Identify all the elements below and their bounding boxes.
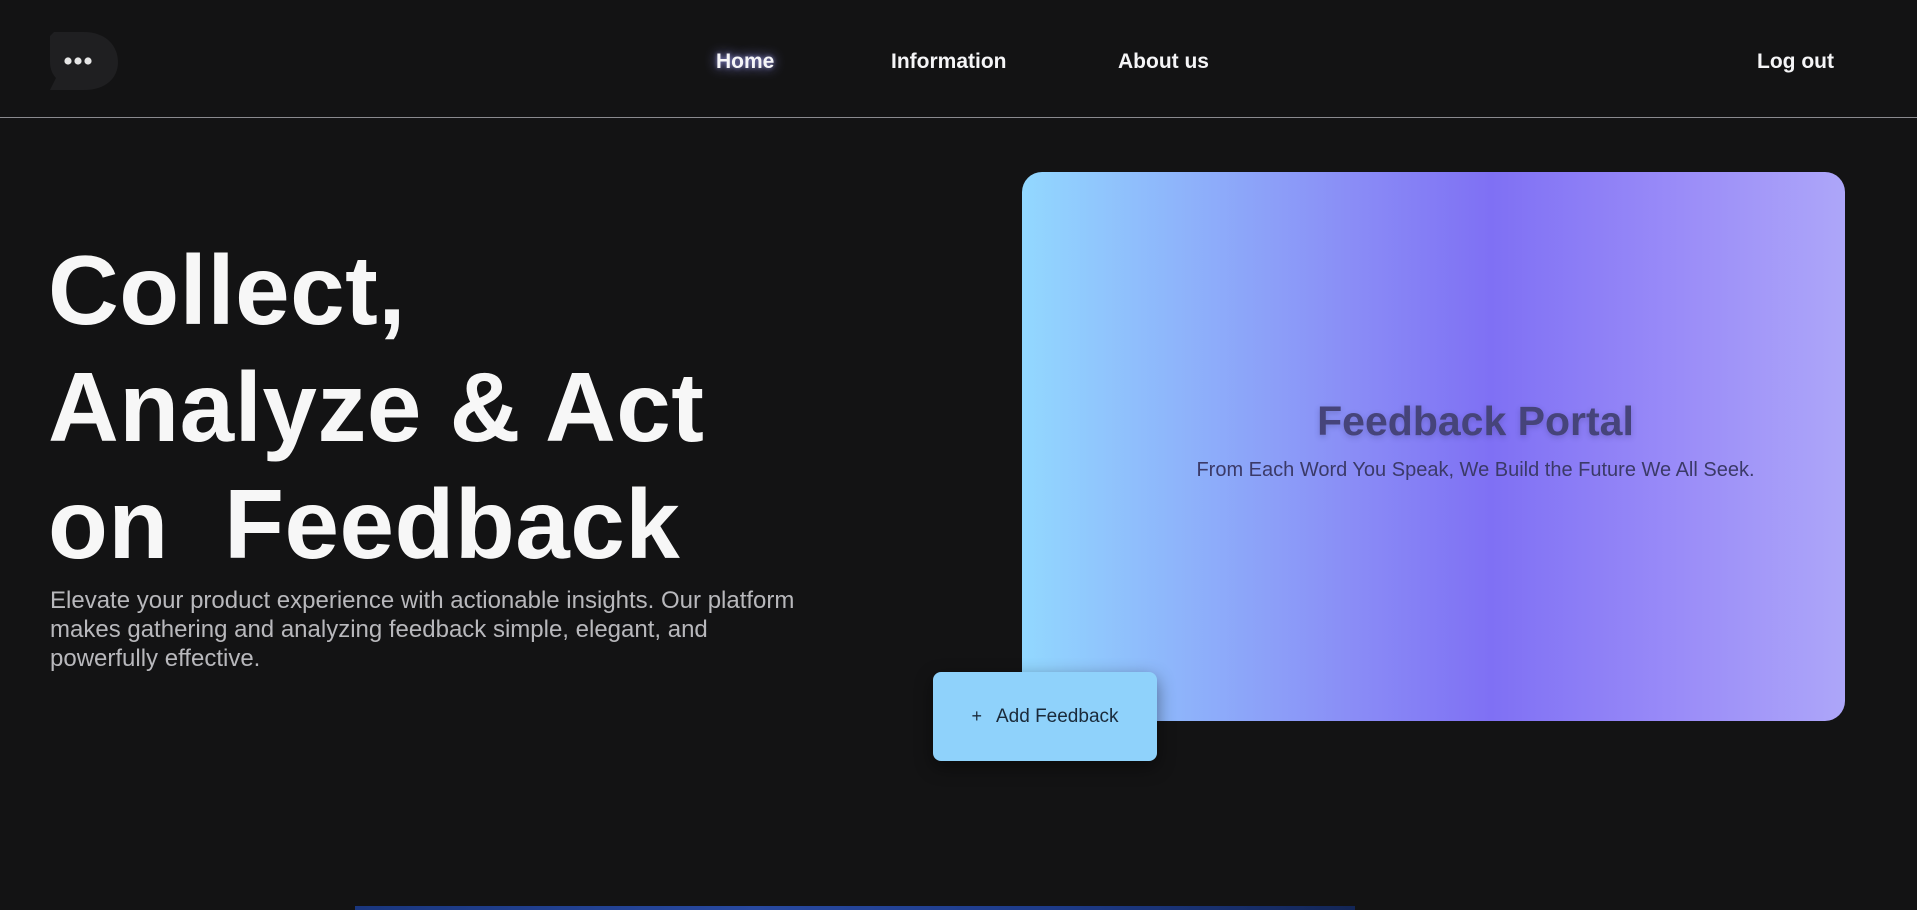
portal-title: Feedback Portal	[1317, 398, 1634, 444]
navbar: Home Information About us Log out	[0, 0, 1917, 118]
plus-icon: +	[971, 706, 982, 726]
feedback-portal-card: Feedback Portal From Each Word You Speak…	[1022, 172, 1845, 721]
hero-title-line-1: Collect,	[48, 235, 406, 345]
portal-subtitle: From Each Word You Speak, We Build the F…	[1196, 459, 1755, 481]
nav-information[interactable]: Information	[891, 46, 1007, 78]
add-feedback-label: Add Feedback	[995, 705, 1119, 727]
page: Home Information About us Log out Collec…	[0, 0, 1917, 910]
add-feedback-button[interactable]: + Add Feedback	[933, 672, 1157, 761]
nav-about-us[interactable]: About us	[1118, 46, 1209, 78]
main-nav: Home Information About us	[0, 46, 1917, 78]
nav-home[interactable]: Home	[716, 46, 774, 78]
bottom-section-edge	[355, 906, 1355, 910]
logout-link[interactable]: Log out	[1757, 46, 1834, 78]
hero-title-line-2: Analyze & Act	[48, 352, 705, 462]
hero-title-line-3: on Feedback	[48, 469, 681, 579]
hero-description: Elevate your product experience with act…	[50, 587, 795, 672]
hero-title: Collect, Analyze & Act on Feedback	[48, 232, 704, 583]
